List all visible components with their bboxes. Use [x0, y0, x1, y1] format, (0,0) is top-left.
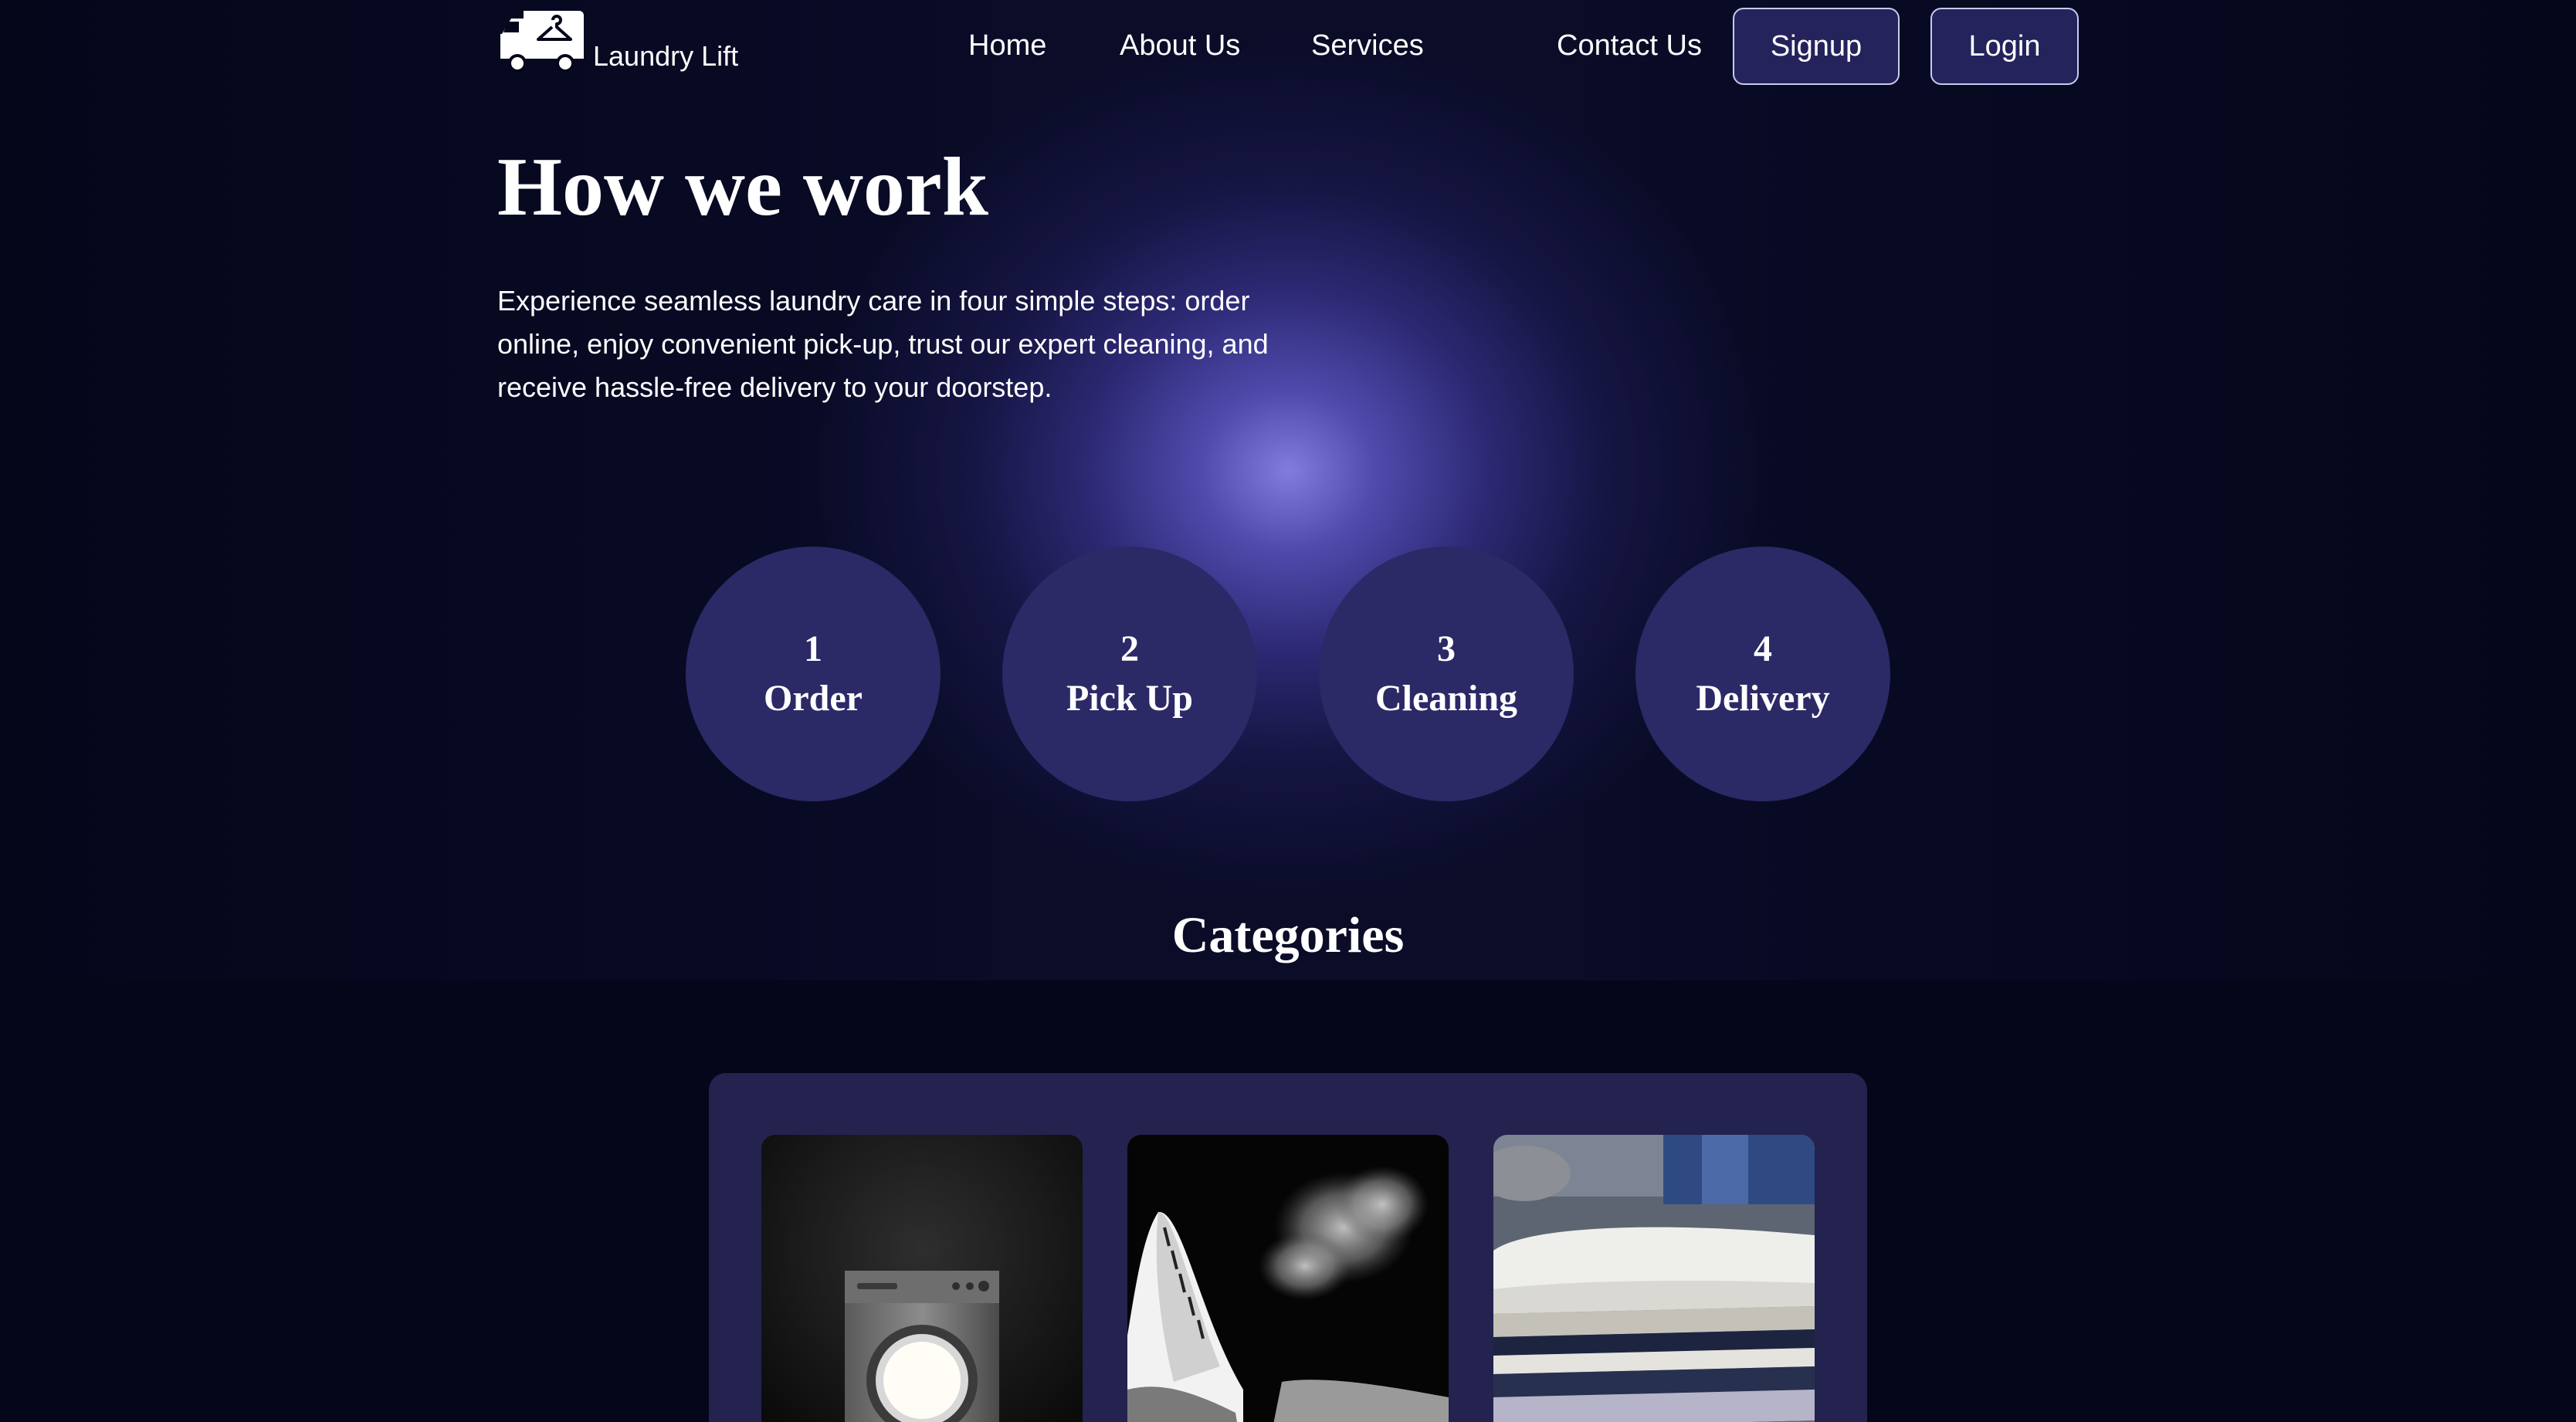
hero-glow-background: [0, 0, 2576, 980]
hero-description: Experience seamless laundry care in four…: [497, 285, 1269, 403]
category-card-washing[interactable]: [761, 1135, 1083, 1422]
category-card-folding[interactable]: [1493, 1135, 1815, 1422]
nav-link-contact-us[interactable]: Contact Us: [1557, 29, 1702, 63]
step-order: 1 Order: [686, 547, 941, 801]
login-button[interactable]: Login: [1930, 8, 2079, 85]
step-number: 4: [1754, 628, 1772, 669]
nav-link-home[interactable]: Home: [968, 29, 1046, 63]
step-pick-up: 2 Pick Up: [1002, 547, 1257, 801]
brand-name: Laundry Lift: [593, 40, 739, 72]
steam-iron-image: [1127, 1135, 1449, 1422]
step-label: Cleaning: [1374, 678, 1518, 719]
category-card-ironing[interactable]: [1127, 1135, 1449, 1422]
categories-heading: Categories: [1171, 907, 1405, 963]
nav-link-services[interactable]: Services: [1311, 29, 1424, 63]
categories-panel: [709, 1073, 1867, 1422]
step-number: 2: [1120, 628, 1139, 669]
washing-machine-image: [761, 1135, 1083, 1422]
truck-hanger-icon: [497, 8, 585, 74]
step-label: Order: [764, 678, 863, 719]
page-title: How we work: [497, 141, 988, 233]
brand-logo[interactable]: Laundry Lift: [497, 8, 738, 74]
step-delivery: 4 Delivery: [1635, 547, 1890, 801]
step-label: Pick Up: [1066, 678, 1193, 719]
step-cleaning: 3 Cleaning: [1319, 547, 1574, 801]
folded-clothes-image: [1493, 1135, 1815, 1422]
step-number: 3: [1437, 628, 1456, 669]
signup-button[interactable]: Signup: [1733, 8, 1900, 85]
step-label: Delivery: [1696, 678, 1830, 719]
nav-link-about-us[interactable]: About Us: [1120, 29, 1240, 63]
step-number: 1: [804, 628, 822, 669]
